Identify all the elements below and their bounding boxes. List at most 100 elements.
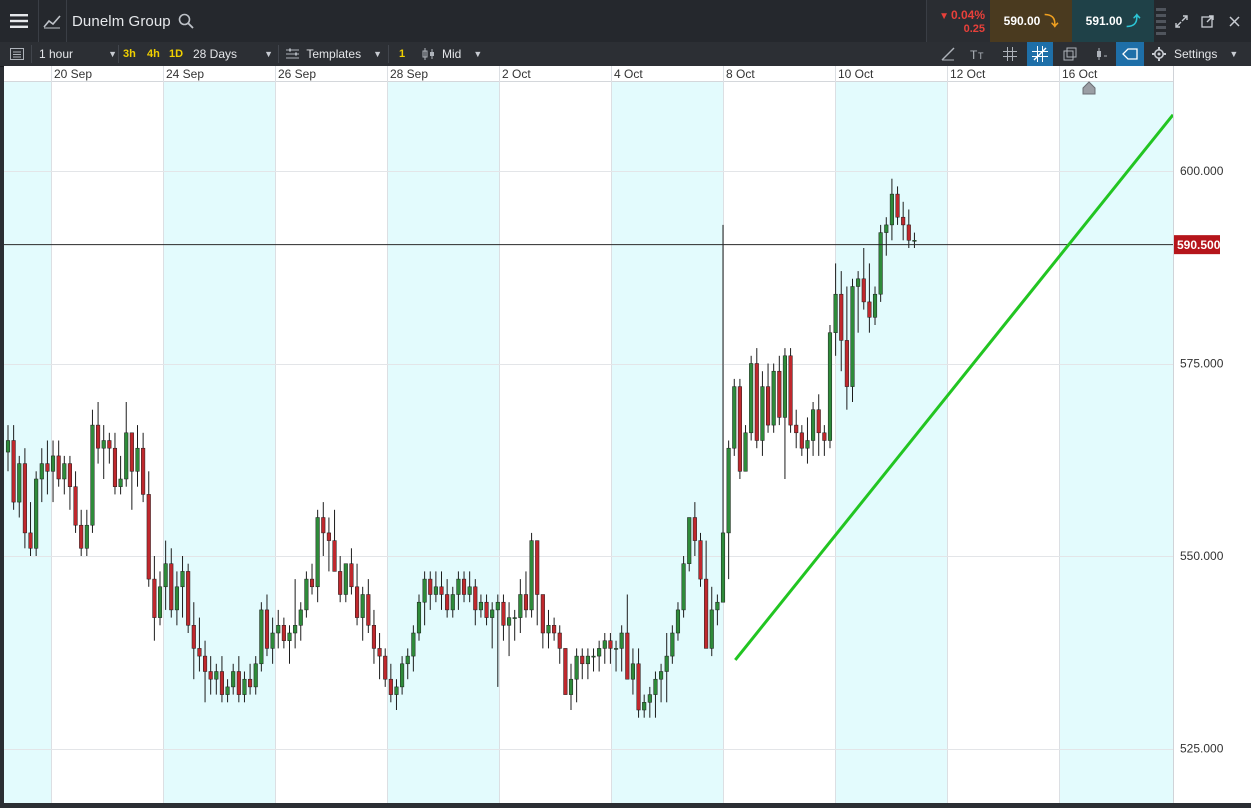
- depth-bars-icon: [1156, 8, 1166, 35]
- candle-down: [349, 548, 354, 595]
- candle-down: [112, 432, 118, 495]
- candle-down: [107, 432, 112, 464]
- draw-line-tool[interactable]: [937, 42, 959, 66]
- popout-button[interactable]: [1194, 0, 1221, 42]
- candle-body: [490, 609, 495, 618]
- candle-body: [636, 663, 641, 711]
- candle-up: [135, 425, 140, 487]
- interval-value: 1 hour: [39, 47, 74, 61]
- candle-body: [405, 655, 410, 665]
- candle-body: [315, 517, 320, 588]
- candle-down: [366, 579, 371, 633]
- candle-body: [653, 678, 658, 695]
- candle-style-button[interactable]: [1090, 42, 1112, 66]
- candle-body: [39, 463, 44, 480]
- candle-down: [383, 648, 388, 687]
- instrument-title[interactable]: Dunelm Group: [72, 13, 171, 30]
- candle-up: [90, 409, 95, 533]
- candle-down: [794, 409, 799, 449]
- candle-body: [602, 640, 607, 649]
- menu-button[interactable]: [0, 0, 39, 42]
- quick-interval-3h[interactable]: 3h: [123, 42, 136, 66]
- candle-body: [400, 663, 405, 688]
- search-icon: [178, 13, 194, 29]
- candle-body: [664, 655, 669, 672]
- expand-button[interactable]: [1168, 0, 1195, 42]
- chart-type-button[interactable]: [38, 0, 67, 42]
- candle-up: [597, 640, 602, 672]
- crosshair-toggle[interactable]: [1027, 42, 1053, 66]
- date-tick-label: 12 Oct: [950, 67, 986, 81]
- candle-body: [45, 463, 50, 472]
- date-tick-label: 20 Sep: [54, 67, 92, 81]
- close-button[interactable]: [1221, 0, 1248, 42]
- sell-button[interactable]: 590.00 ⤵: [990, 0, 1072, 42]
- grid-toggle[interactable]: [999, 42, 1021, 66]
- candle-down: [371, 609, 376, 664]
- candle-body: [433, 586, 438, 595]
- candle-down: [788, 348, 793, 433]
- candle-body: [529, 540, 534, 611]
- candle-body: [574, 655, 579, 680]
- candle-type-icon: [422, 48, 434, 60]
- date-tick-label: 10 Oct: [838, 67, 874, 81]
- quick-interval-1d[interactable]: 1D: [169, 42, 183, 66]
- candle-body: [749, 363, 754, 434]
- candle-body: [659, 671, 664, 680]
- candle-body: [811, 409, 816, 441]
- buy-button[interactable]: 591.00 ⤴: [1072, 0, 1154, 42]
- candle-down: [321, 502, 326, 556]
- layers-button[interactable]: [1059, 42, 1081, 66]
- candle-down: [580, 648, 585, 680]
- candle-icon: [1097, 48, 1107, 60]
- svg-text:T: T: [978, 51, 984, 61]
- market-depth-button[interactable]: [1154, 0, 1168, 42]
- price-label-toggle[interactable]: [1116, 42, 1144, 66]
- quick-interval-4h[interactable]: 4h: [147, 42, 160, 66]
- candle-up: [529, 532, 534, 618]
- interval-select[interactable]: 1 hour ▼: [39, 42, 117, 66]
- candle-body: [478, 601, 483, 611]
- candle-body: [67, 463, 72, 487]
- candle-down: [79, 509, 84, 556]
- price-axis-svg: 600.000 575.000 550.000 525.000 590.500: [1174, 164, 1224, 756]
- candle-up: [287, 625, 292, 664]
- candle-down: [377, 633, 382, 680]
- buy-price: 591.00: [1085, 14, 1123, 28]
- candle-body: [293, 625, 298, 634]
- buy-arrow-icon: ⤴: [1126, 13, 1141, 29]
- templates-menu[interactable]: Templates ▼: [286, 42, 382, 66]
- candle-body: [456, 578, 461, 595]
- chart-plot-area[interactable]: 20 Sep 24 Sep 26 Sep 28 Sep 2 Oct 4 Oct 8 Oct 1…: [4, 66, 1173, 803]
- candle-body: [50, 455, 56, 472]
- range-select[interactable]: 28 Days ▼: [193, 42, 273, 66]
- candle-up: [805, 417, 810, 464]
- divider: [118, 45, 119, 63]
- search-button[interactable]: [178, 13, 194, 34]
- candle-body: [816, 409, 821, 434]
- candle-body: [687, 517, 692, 564]
- crosshair-icon: [1032, 46, 1048, 62]
- candle-down: [129, 432, 134, 510]
- candlestick-chart[interactable]: 20 Sep 24 Sep 26 Sep 28 Sep 2 Oct 4 Oct 8 Oct 1…: [4, 66, 1173, 803]
- candle-body: [84, 524, 89, 549]
- candle-down: [737, 378, 742, 479]
- candle-body: [28, 532, 33, 549]
- candle-body: [760, 386, 765, 441]
- settings-menu[interactable]: Settings ▼: [1152, 42, 1246, 66]
- candle-down: [152, 556, 157, 641]
- price-axis[interactable]: 600.000 575.000 550.000 525.000 590.500: [1173, 66, 1251, 803]
- candle-up: [276, 609, 281, 649]
- date-tick-label: 28 Sep: [390, 67, 428, 81]
- candle-body: [203, 655, 208, 672]
- candle-up: [591, 648, 596, 672]
- price-type-select[interactable]: Mid ▼: [422, 42, 484, 66]
- indicator-count-badge[interactable]: 1: [399, 42, 405, 66]
- list-view-button[interactable]: [10, 42, 26, 66]
- candle-up: [118, 455, 123, 495]
- candle-body: [788, 355, 793, 426]
- candle-body: [34, 478, 39, 549]
- candle-body: [872, 293, 878, 318]
- text-tool[interactable]: TT: [967, 42, 989, 66]
- menu-icon: [10, 14, 28, 28]
